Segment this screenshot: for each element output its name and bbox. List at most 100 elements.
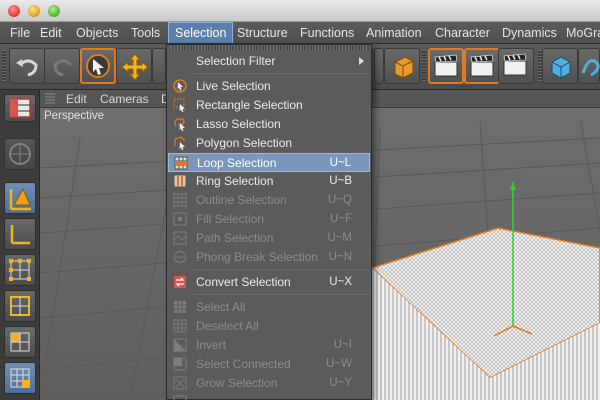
menu-separator — [193, 269, 369, 270]
menu-edit[interactable]: Edit — [34, 22, 68, 43]
menu-mograph[interactable]: MoGra — [560, 22, 600, 43]
menu-separator — [193, 294, 369, 295]
left-tool-palette — [0, 90, 40, 400]
toolbar-grip[interactable] — [422, 50, 426, 82]
ring-selection-icon — [173, 174, 187, 188]
polygons-mode-button[interactable] — [4, 326, 36, 358]
uv-grid-icon — [10, 368, 30, 388]
menu-item-ring-selection[interactable]: Ring Selection U~B — [168, 172, 370, 191]
menu-item-rectangle-selection[interactable]: Rectangle Selection — [168, 96, 370, 115]
menu-dynamics[interactable]: Dynamics — [496, 22, 563, 43]
make-editable-button[interactable] — [4, 138, 36, 170]
menu-item-convert-selection[interactable]: Convert Selection U~X — [168, 273, 370, 292]
menu-item-select-connected[interactable]: Select Connected U~W — [168, 355, 370, 374]
menu-item-loop-selection[interactable]: Loop Selection U~L — [168, 153, 370, 172]
viewport-menu-edit[interactable]: Edit — [66, 90, 87, 108]
loop-selection-icon — [174, 156, 188, 170]
menu-item-selection-filter[interactable]: Selection Filter — [168, 52, 370, 71]
add-spline-button[interactable] — [578, 48, 600, 84]
move-tool-button[interactable] — [116, 48, 152, 84]
menu-item-label: Live Selection — [196, 79, 271, 93]
menu-item-shortcut: U~W — [326, 358, 352, 370]
clapboard-icon — [434, 54, 458, 77]
menu-item-select-all[interactable]: Select All — [168, 298, 370, 317]
points-grid-icon — [9, 259, 31, 281]
toolbar-partial-button[interactable] — [374, 48, 384, 84]
menu-item-shortcut: U~I — [333, 339, 352, 351]
axis-icon — [10, 225, 30, 245]
select-connected-icon — [173, 357, 187, 371]
undo-icon — [16, 59, 38, 77]
render-settings-button[interactable] — [498, 48, 534, 84]
minimize-window-button[interactable] — [28, 5, 40, 17]
menu-functions[interactable]: Functions — [294, 22, 360, 43]
menu-item-path-selection[interactable]: Path Selection U~M — [168, 229, 370, 248]
menu-tools[interactable]: Tools — [125, 22, 166, 43]
menu-item-shortcut: U~F — [329, 213, 352, 225]
menu-item-live-selection[interactable]: Live Selection — [168, 77, 370, 96]
lasso-selection-icon — [174, 118, 185, 131]
menu-item-shortcut: U~B — [329, 175, 352, 187]
menu-separator — [193, 73, 369, 74]
fill-selection-icon — [173, 212, 187, 226]
menu-item-label: Path Selection — [196, 231, 274, 245]
live-selection-tool-button[interactable] — [80, 48, 116, 84]
globe-icon — [9, 143, 31, 165]
menu-item-cutoff[interactable] — [168, 393, 370, 400]
menu-structure[interactable]: Structure — [231, 22, 294, 43]
render-view-button[interactable] — [428, 48, 464, 84]
menu-item-deselect-all[interactable]: Deselect All — [168, 317, 370, 336]
menu-item-label: Lasso Selection — [196, 117, 281, 131]
menu-file[interactable]: File — [4, 22, 36, 43]
menu-selection[interactable]: Selection — [168, 22, 234, 43]
add-cube-button[interactable] — [542, 48, 578, 84]
zoom-window-button[interactable] — [48, 5, 60, 17]
polygon-selection-icon — [174, 136, 186, 150]
menu-item-invert[interactable]: Invert U~I — [168, 336, 370, 355]
menu-objects[interactable]: Objects — [70, 22, 124, 43]
redo-button[interactable] — [44, 48, 80, 84]
axis-triangle-icon — [9, 187, 31, 211]
menu-item-shortcut: U~Y — [329, 377, 352, 389]
menu-item-lasso-selection[interactable]: Lasso Selection — [168, 115, 370, 134]
menu-item-shortcut: U~L — [329, 157, 351, 169]
menu-item-shortcut: U~N — [328, 251, 352, 263]
uv-mode-button[interactable] — [4, 362, 36, 394]
spline-icon — [581, 59, 600, 77]
convert-selection-icon — [174, 276, 186, 288]
edges-mode-button[interactable] — [4, 290, 36, 322]
menu-item-phong-break-selection[interactable]: Phong Break Selection U~N — [168, 248, 370, 267]
render-picture-viewer-button[interactable] — [464, 48, 500, 84]
edges-grid-icon — [10, 296, 30, 316]
model-mode-button[interactable] — [4, 182, 36, 214]
object-axis-mode-button[interactable] — [4, 218, 36, 250]
menu-tearoff-grip[interactable] — [171, 46, 369, 50]
menu-item-shortcut: U~Q — [328, 194, 352, 206]
points-mode-button[interactable] — [4, 254, 36, 286]
layout-button[interactable] — [4, 94, 36, 122]
object-button[interactable] — [384, 48, 420, 84]
menu-item-polygon-selection[interactable]: Polygon Selection — [168, 134, 370, 153]
menu-character[interactable]: Character — [429, 22, 496, 43]
shrink-selection-icon — [173, 395, 187, 400]
menu-item-label: Deselect All — [196, 319, 259, 333]
select-all-icon — [174, 301, 186, 313]
layout-grid-icon — [9, 98, 31, 118]
submenu-arrow-icon — [359, 57, 364, 65]
menu-item-label: Phong Break Selection — [196, 250, 319, 264]
menu-item-label: Select All — [196, 300, 246, 314]
scale-tool-button[interactable] — [152, 48, 166, 84]
menu-item-grow-selection[interactable]: Grow Selection U~Y — [168, 374, 370, 393]
grip-icon[interactable] — [44, 93, 56, 105]
menu-item-label: Fill Selection — [196, 212, 265, 226]
close-window-button[interactable] — [8, 5, 20, 17]
deselect-all-icon — [173, 319, 187, 333]
menu-item-fill-selection[interactable]: Fill Selection U~F — [168, 210, 370, 229]
move-arrows-icon — [121, 53, 149, 81]
menu-item-outline-selection[interactable]: Outline Selection U~Q — [168, 191, 370, 210]
toolbar-grip[interactable] — [2, 50, 6, 82]
menu-animation[interactable]: Animation — [360, 22, 428, 43]
viewport-menu-cameras[interactable]: Cameras — [100, 90, 149, 108]
undo-button[interactable] — [9, 48, 45, 84]
rectangle-selection-icon — [173, 98, 185, 112]
